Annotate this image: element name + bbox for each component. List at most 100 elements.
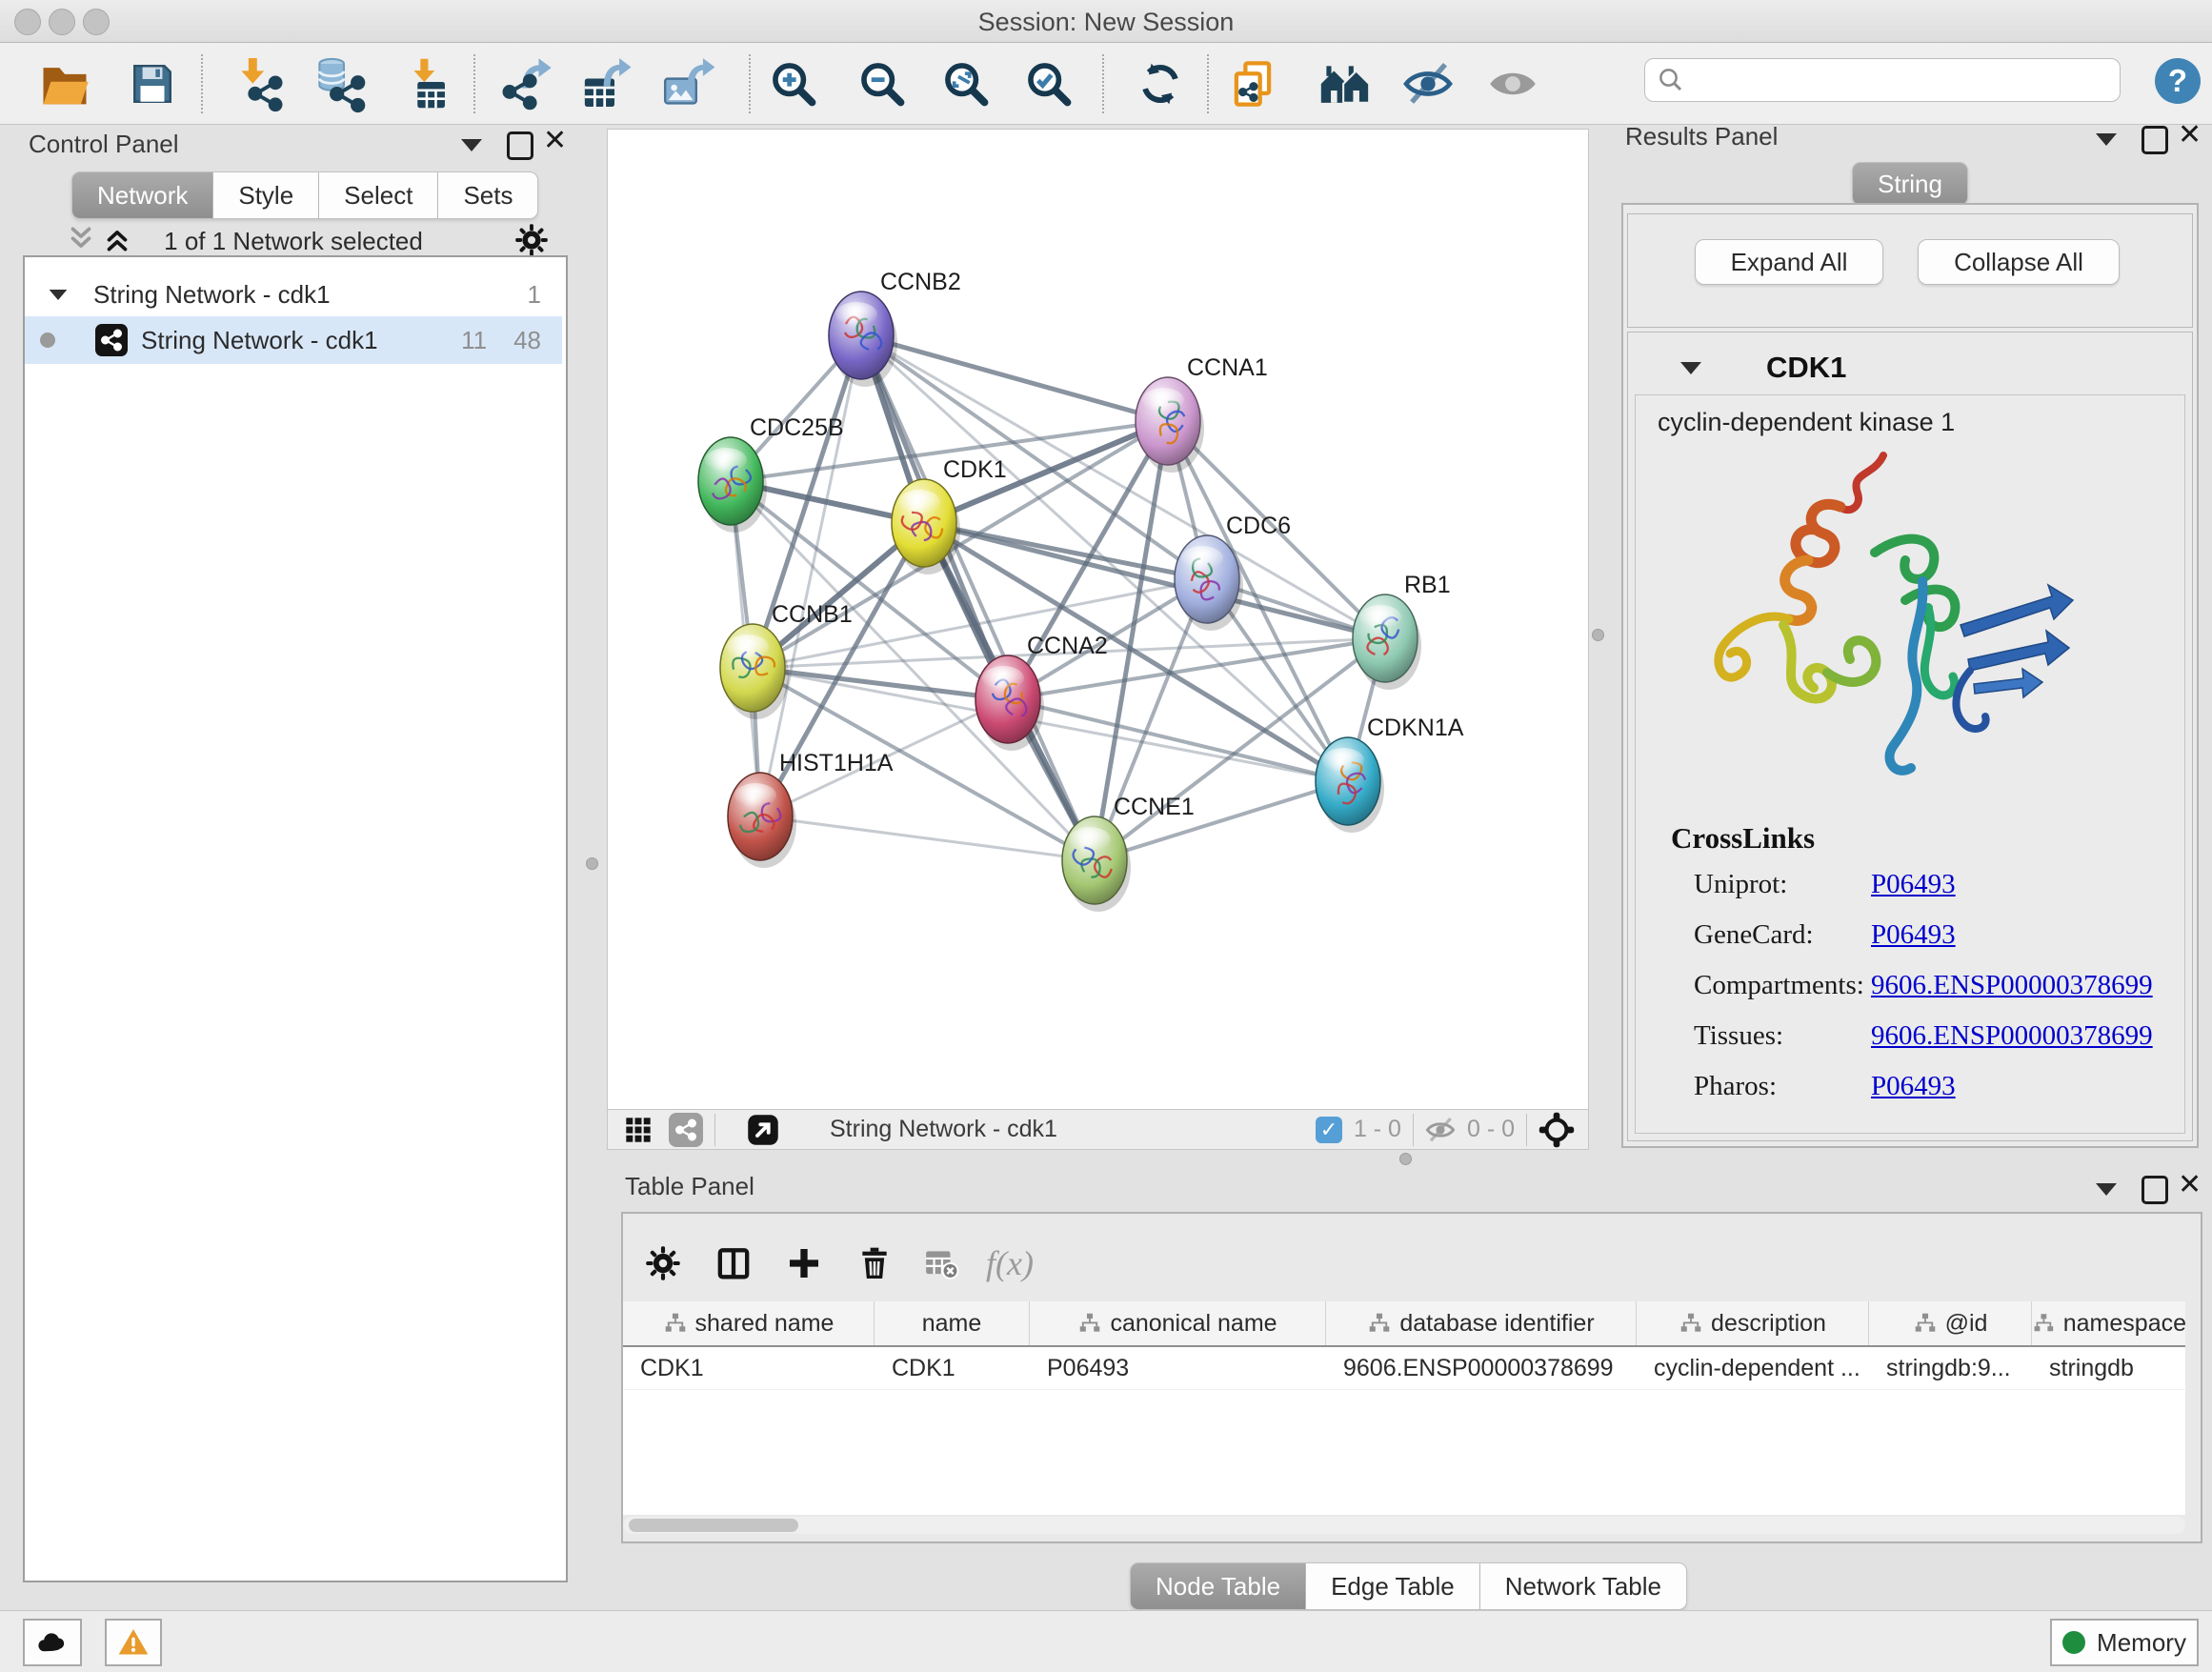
crosslink-link[interactable]: 9606.ENSP00000378699: [1871, 1020, 2153, 1070]
export-table-button[interactable]: [575, 56, 636, 111]
table-cell[interactable]: CDK1: [875, 1347, 1030, 1389]
tab-network-table[interactable]: Network Table: [1480, 1562, 1687, 1610]
network-node-CDC6[interactable]: CDC6: [1175, 513, 1291, 631]
collapse-all-button[interactable]: Collapse All: [1918, 239, 2120, 285]
search-input[interactable]: [1695, 66, 2108, 95]
protein-structure-image: [1688, 438, 2088, 810]
left-splitter-handle[interactable]: [586, 857, 598, 870]
crosslink-link[interactable]: P06493: [1871, 919, 1956, 969]
open-in-new-window-icon[interactable]: [746, 1113, 780, 1147]
add-column-icon[interactable]: [774, 1235, 835, 1292]
string-home-button[interactable]: [1315, 56, 1376, 111]
column-header-namespace[interactable]: namespace: [2032, 1301, 2185, 1345]
string-settings-button[interactable]: [1398, 56, 1458, 111]
tab-style[interactable]: Style: [213, 171, 319, 219]
network-collection-row[interactable]: String Network - cdk1 1: [25, 271, 562, 318]
table-horizontal-scrollbar[interactable]: [623, 1517, 2185, 1534]
pan-crosshair-icon[interactable]: [1538, 1112, 1575, 1148]
column-header-shared-name[interactable]: shared name: [623, 1301, 875, 1345]
expand-all-button[interactable]: Expand All: [1695, 239, 1883, 285]
memory-button[interactable]: Memory: [2050, 1619, 2199, 1666]
column-header-canonical-name[interactable]: canonical name: [1030, 1301, 1326, 1345]
network-edge[interactable]: [753, 668, 1008, 699]
help-button[interactable]: ?: [2155, 58, 2201, 104]
show-columns-icon[interactable]: [703, 1235, 764, 1292]
main-toolbar: ?: [0, 43, 2212, 125]
tab-network[interactable]: Network: [71, 171, 213, 219]
open-session-button[interactable]: [34, 56, 95, 111]
toolbar-divider: [714, 1114, 715, 1146]
toolbar-divider: [1413, 1114, 1414, 1146]
network-overview-icon[interactable]: [669, 1113, 703, 1147]
tab-string[interactable]: String: [1852, 162, 1968, 206]
import-table-button[interactable]: [397, 56, 458, 111]
gene-collapse-icon[interactable]: [1680, 362, 1701, 379]
results-panel-close-icon[interactable]: ✕: [2178, 124, 2202, 147]
network-node-CCNB1[interactable]: CCNB1: [720, 601, 853, 719]
table-cell[interactable]: 9606.ENSP00000378699: [1326, 1347, 1637, 1389]
crosslink-link[interactable]: P06493: [1871, 1071, 1956, 1120]
network-edge[interactable]: [1008, 699, 1348, 781]
table-scrollbar-thumb[interactable]: [629, 1519, 798, 1532]
string-import-button[interactable]: [1222, 56, 1283, 111]
column-header-description[interactable]: description: [1637, 1301, 1869, 1345]
tab-sets[interactable]: Sets: [438, 171, 538, 219]
network-edge[interactable]: [760, 816, 1095, 860]
network-edge[interactable]: [760, 335, 861, 816]
column-header-name[interactable]: name: [875, 1301, 1030, 1345]
table-row[interactable]: CDK1CDK1P064939606.ENSP00000378699cyclin…: [623, 1347, 2185, 1390]
birds-eye-view-icon[interactable]: [623, 1115, 654, 1145]
column-header-database-identifier[interactable]: database identifier: [1326, 1301, 1637, 1345]
cloud-status-button[interactable]: [23, 1619, 82, 1666]
zoom-selected-button[interactable]: [1018, 56, 1079, 111]
bottom-splitter-handle[interactable]: [1399, 1153, 1412, 1165]
tab-node-table[interactable]: Node Table: [1130, 1562, 1306, 1610]
table-panel-menu-icon[interactable]: [2096, 1183, 2117, 1200]
results-panel-float-icon[interactable]: [2142, 126, 2168, 154]
table-cell[interactable]: stringdb: [2032, 1347, 2185, 1389]
network-canvas[interactable]: CCNB2CCNA1CDC25BCDK1CDC6RB1CCNB1CCNA2CDK…: [607, 129, 1589, 1110]
control-panel-menu-icon[interactable]: [461, 139, 482, 156]
table-cell[interactable]: stringdb:9...: [1869, 1347, 2032, 1389]
network-node-HIST1H1A[interactable]: HIST1H1A: [728, 750, 894, 868]
network-edge[interactable]: [861, 335, 1095, 860]
refresh-layout-button[interactable]: [1130, 56, 1191, 111]
zoom-out-button[interactable]: [852, 56, 913, 111]
table-settings-gear-icon[interactable]: [633, 1235, 694, 1292]
tab-edge-table[interactable]: Edge Table: [1306, 1562, 1480, 1610]
export-image-button[interactable]: [657, 56, 718, 111]
selected-count-icon[interactable]: ✓: [1316, 1117, 1342, 1143]
control-panel-float-icon[interactable]: [507, 131, 533, 160]
network-row-selected[interactable]: String Network - cdk1 11 48: [25, 316, 562, 364]
zoom-fit-button[interactable]: [935, 56, 996, 111]
network-node-CCNE1[interactable]: CCNE1: [1062, 794, 1195, 912]
crosslink-label: Compartments:: [1694, 970, 1871, 1019]
export-network-button[interactable]: [497, 56, 558, 111]
network-node-CCNB2[interactable]: CCNB2: [829, 269, 961, 387]
node-label-RB1: RB1: [1404, 572, 1451, 598]
column-header-@id[interactable]: @id: [1869, 1301, 2032, 1345]
table-cell[interactable]: P06493: [1030, 1347, 1326, 1389]
network-node-RB1[interactable]: RB1: [1353, 572, 1451, 690]
delete-column-icon[interactable]: [844, 1235, 905, 1292]
table-cell[interactable]: cyclin-dependent ...: [1637, 1347, 1869, 1389]
table-panel-close-icon[interactable]: ✕: [2178, 1174, 2202, 1197]
import-network-database-button[interactable]: [307, 56, 368, 111]
collection-collapse-icon[interactable]: [50, 289, 68, 299]
warnings-button[interactable]: [105, 1619, 162, 1666]
show-graphics-button[interactable]: [1482, 56, 1543, 111]
table-panel-float-icon[interactable]: [2142, 1176, 2168, 1204]
network-node-CDKN1A[interactable]: CDKN1A: [1316, 715, 1464, 833]
tab-select[interactable]: Select: [319, 171, 438, 219]
control-panel-close-icon[interactable]: ✕: [543, 130, 567, 152]
column-label: description: [1711, 1310, 1826, 1338]
results-panel-menu-icon[interactable]: [2096, 133, 2117, 151]
zoom-in-button[interactable]: [763, 56, 824, 111]
crosslink-link[interactable]: 9606.ENSP00000378699: [1871, 970, 2153, 1019]
import-network-file-button[interactable]: [227, 56, 288, 111]
table-cell[interactable]: CDK1: [623, 1347, 875, 1389]
right-splitter-handle[interactable]: [1592, 629, 1604, 641]
table-tabs: Node TableEdge TableNetwork Table: [1130, 1562, 1687, 1610]
crosslink-link[interactable]: P06493: [1871, 869, 1956, 918]
save-session-button[interactable]: [122, 56, 183, 111]
